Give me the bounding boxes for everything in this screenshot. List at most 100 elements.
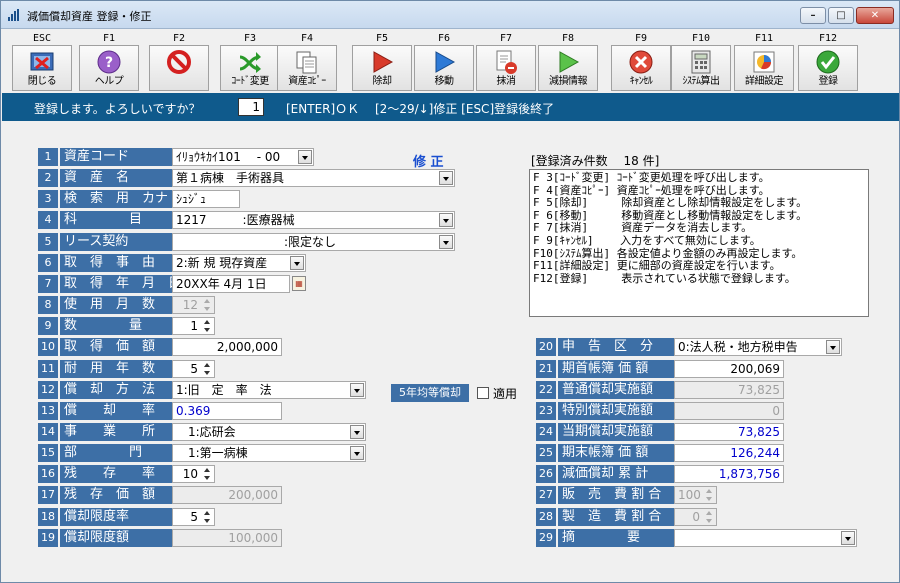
spinner-icon[interactable]: [201, 510, 213, 524]
field-value: 73,825: [738, 383, 780, 397]
field-value: 100,000: [228, 531, 278, 545]
field-21-input[interactable]: 200,069: [674, 360, 784, 378]
minimize-icon: –: [810, 10, 816, 21]
dropdown-arrow-icon[interactable]: [439, 171, 453, 185]
field-14-input[interactable]: 1:応研会: [172, 423, 366, 441]
field-20-input[interactable]: 0:法人税・地方税申告: [674, 338, 842, 356]
field-value: 2,000,000: [216, 340, 278, 354]
apply-checkbox-label: 適用: [493, 387, 518, 401]
field-value: 200,000: [228, 488, 278, 502]
help-line: F 5[除却] 除却資産とし除却情報設定をします。: [533, 196, 808, 210]
dropdown-arrow-icon[interactable]: [350, 425, 364, 439]
field-2-input[interactable]: 第１病棟 手術器具: [172, 169, 455, 187]
help-line: F 9[ｷｬﾝｾﾙ] 入力をすべて無効にします。: [533, 233, 761, 247]
field-value: 0.369: [176, 404, 211, 418]
function-key-label: ESC: [32, 33, 52, 44]
minimize-button[interactable]: –: [800, 7, 826, 24]
toolbar-button-face[interactable]: 詳細設定: [734, 45, 794, 91]
prompt-hint-enter: [ENTER]ＯＫ: [286, 102, 360, 116]
toolbar-button-f12[interactable]: F12 登録: [796, 30, 860, 92]
field-number: 26: [536, 465, 556, 483]
field-number: 8: [38, 296, 58, 314]
field-number: 22: [536, 381, 556, 399]
field-10-input[interactable]: 2,000,000: [172, 338, 282, 356]
apply-checkbox[interactable]: [477, 387, 489, 399]
toolbar-button-face[interactable]: ｼｽﾃﾑ算出: [671, 45, 731, 91]
field-value: :限定なし: [176, 235, 337, 249]
field-26-input[interactable]: 1,873,756: [674, 465, 784, 483]
toolbar-button-face[interactable]: ｺｰﾄﾞ変更: [220, 45, 280, 91]
field-29-input[interactable]: [674, 529, 857, 547]
toolbar-button-f3[interactable]: F3 ｺｰﾄﾞ変更: [218, 30, 282, 92]
toolbar-button-face[interactable]: 減損情報: [538, 45, 598, 91]
field-number: 11: [38, 360, 58, 378]
field-15-input[interactable]: 1:第一病棟: [172, 444, 366, 462]
toolbar-button-face[interactable]: ｷｬﾝｾﾙ: [611, 45, 671, 91]
toolbar-button-f5[interactable]: F5 除却: [350, 30, 414, 92]
field-22-input: 73,825: [674, 381, 784, 399]
field-18-input[interactable]: 5: [172, 508, 215, 526]
toolbar-button-f8[interactable]: F8 減損情報: [536, 30, 600, 92]
field-value: 1,873,756: [718, 467, 780, 481]
field-6-input[interactable]: 2:新 規 現存資産: [172, 254, 306, 272]
confirm-input[interactable]: 1: [238, 98, 264, 116]
field-value: 0: [692, 510, 700, 524]
toolbar-button-label: ｺｰﾄﾞ変更: [231, 76, 269, 87]
field-13-input[interactable]: 0.369: [172, 402, 282, 420]
dropdown-arrow-icon[interactable]: [290, 256, 304, 270]
five-year-equal-button[interactable]: 5年均等償却: [391, 384, 469, 402]
field-11-input[interactable]: 5: [172, 360, 215, 378]
dropdown-arrow-icon[interactable]: [350, 446, 364, 460]
field-3-input[interactable]: ｼｭｼﾞｭ: [172, 190, 240, 208]
toolbar-button-face[interactable]: 除却: [352, 45, 412, 91]
close-button[interactable]: ✕: [856, 7, 894, 24]
dropdown-arrow-icon[interactable]: [350, 383, 364, 397]
toolbar-button-face[interactable]: 閉じる: [12, 45, 72, 91]
maximize-icon: □: [836, 10, 846, 21]
toolbar-button-f2[interactable]: F2: [147, 30, 211, 92]
field-25-input[interactable]: 126,244: [674, 444, 784, 462]
spinner-icon[interactable]: [201, 362, 213, 376]
toolbar-button-label: 閉じる: [27, 76, 57, 87]
toolbar-button-f1[interactable]: F1? ヘルプ: [77, 30, 141, 92]
field-1-input[interactable]: ｲﾘｮｳｷｶｲ101 - 00: [172, 148, 314, 166]
field-7-input[interactable]: 20XX年 4月 1日: [172, 275, 290, 293]
field-4-input[interactable]: 1217 :医療器械: [172, 211, 455, 229]
field-number: 21: [536, 360, 556, 378]
toolbar-button-label: 詳細設定: [745, 76, 784, 87]
toolbar-button-f6[interactable]: F6 移動: [412, 30, 476, 92]
field-5-input[interactable]: :限定なし: [172, 233, 455, 251]
field-value: 1217 :医療器械: [176, 213, 295, 227]
toolbar-button-f9[interactable]: F9 ｷｬﾝｾﾙ: [609, 30, 673, 92]
spinner-icon[interactable]: [201, 467, 213, 481]
toolbar-button-face[interactable]: 移動: [414, 45, 474, 91]
field-number: 19: [38, 529, 58, 547]
main-window: 減価償却資産 登録・修正 – □ ✕ ESC 閉じる F1? ヘルプ F2 F3 ｺｰﾄﾞ変…: [0, 0, 900, 583]
toolbar-button-f4[interactable]: F4 資産ｺﾋﾟｰ: [275, 30, 339, 92]
field-16-input[interactable]: 10: [172, 465, 215, 483]
dropdown-arrow-icon[interactable]: [439, 213, 453, 227]
toolbar-button-label: ｷｬﾝｾﾙ: [629, 76, 653, 87]
field-number: 12: [38, 381, 58, 399]
field-9-input[interactable]: 1: [172, 317, 215, 335]
toolbar-button-face[interactable]: [149, 45, 209, 91]
dropdown-arrow-icon[interactable]: [298, 150, 312, 164]
field-label: 申 告 区 分: [558, 338, 680, 356]
dropdown-arrow-icon[interactable]: [841, 531, 855, 545]
field-12-input[interactable]: 1:旧 定 率 法: [172, 381, 366, 399]
toolbar-button-face[interactable]: 抹消: [476, 45, 536, 91]
field-24-input[interactable]: 73,825: [674, 423, 784, 441]
dropdown-arrow-icon[interactable]: [439, 235, 453, 249]
calendar-icon[interactable]: ▦: [292, 276, 306, 291]
dropdown-arrow-icon[interactable]: [826, 340, 840, 354]
toolbar-button-f10[interactable]: F10 ｼｽﾃﾑ算出: [669, 30, 733, 92]
maximize-button[interactable]: □: [828, 7, 854, 24]
toolbar-button-face[interactable]: 登録: [798, 45, 858, 91]
toolbar-button-esc[interactable]: ESC 閉じる: [10, 30, 74, 92]
toolbar-button-face[interactable]: 資産ｺﾋﾟｰ: [277, 45, 337, 91]
toolbar-button-face[interactable]: ? ヘルプ: [79, 45, 139, 91]
toolbar-button-f7[interactable]: F7 抹消: [474, 30, 538, 92]
spinner-icon[interactable]: [201, 319, 213, 333]
field-label: 特別償却実施額: [558, 402, 680, 420]
toolbar-button-f11[interactable]: F11 詳細設定: [732, 30, 796, 92]
